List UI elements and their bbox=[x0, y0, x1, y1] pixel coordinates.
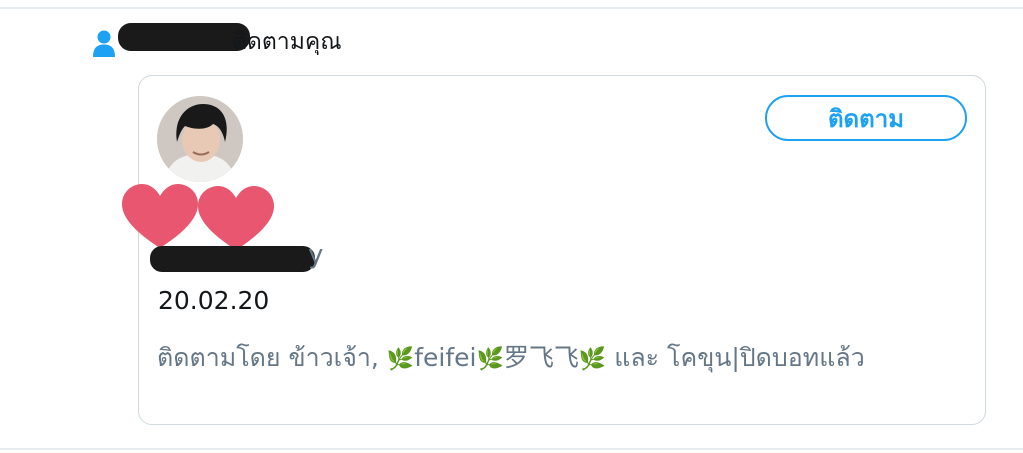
bio-text: 20.02.20 bbox=[158, 286, 270, 315]
heart-icon bbox=[122, 184, 198, 248]
heart-icon bbox=[198, 186, 274, 250]
notification-header bbox=[92, 26, 116, 60]
heart-stickers bbox=[122, 184, 274, 250]
followed-by-rest: และ โคขุน|ปิดบอทแล้ว bbox=[614, 343, 865, 372]
handle-tail: y bbox=[308, 240, 324, 270]
followed-by-prefix: ติดตามโดย ข้าวเจ้า, bbox=[157, 343, 379, 372]
avatar[interactable] bbox=[157, 96, 243, 182]
follower-name-feifei: feifei bbox=[414, 343, 477, 372]
person-icon bbox=[93, 30, 115, 57]
bottom-divider bbox=[0, 448, 1023, 450]
leaf-icon: 🌿 bbox=[476, 347, 504, 372]
followed-by-text: ติดตามโดย ข้าวเจ้า, 🌿feifei🌿罗飞飞🌿 และ โคข… bbox=[157, 340, 927, 378]
avatar-photo bbox=[157, 96, 243, 182]
top-divider bbox=[0, 7, 1023, 9]
redacted-username bbox=[118, 23, 250, 51]
follow-button[interactable]: ติดตาม bbox=[765, 95, 967, 141]
leaf-icon: 🌿 bbox=[578, 347, 607, 372]
leaf-icon: 🌿 bbox=[386, 347, 415, 372]
follower-name-luofeifei: 罗飞飞 bbox=[503, 343, 579, 372]
notification-text: ติดตามคุณ bbox=[232, 29, 342, 55]
redacted-handle bbox=[150, 246, 315, 272]
